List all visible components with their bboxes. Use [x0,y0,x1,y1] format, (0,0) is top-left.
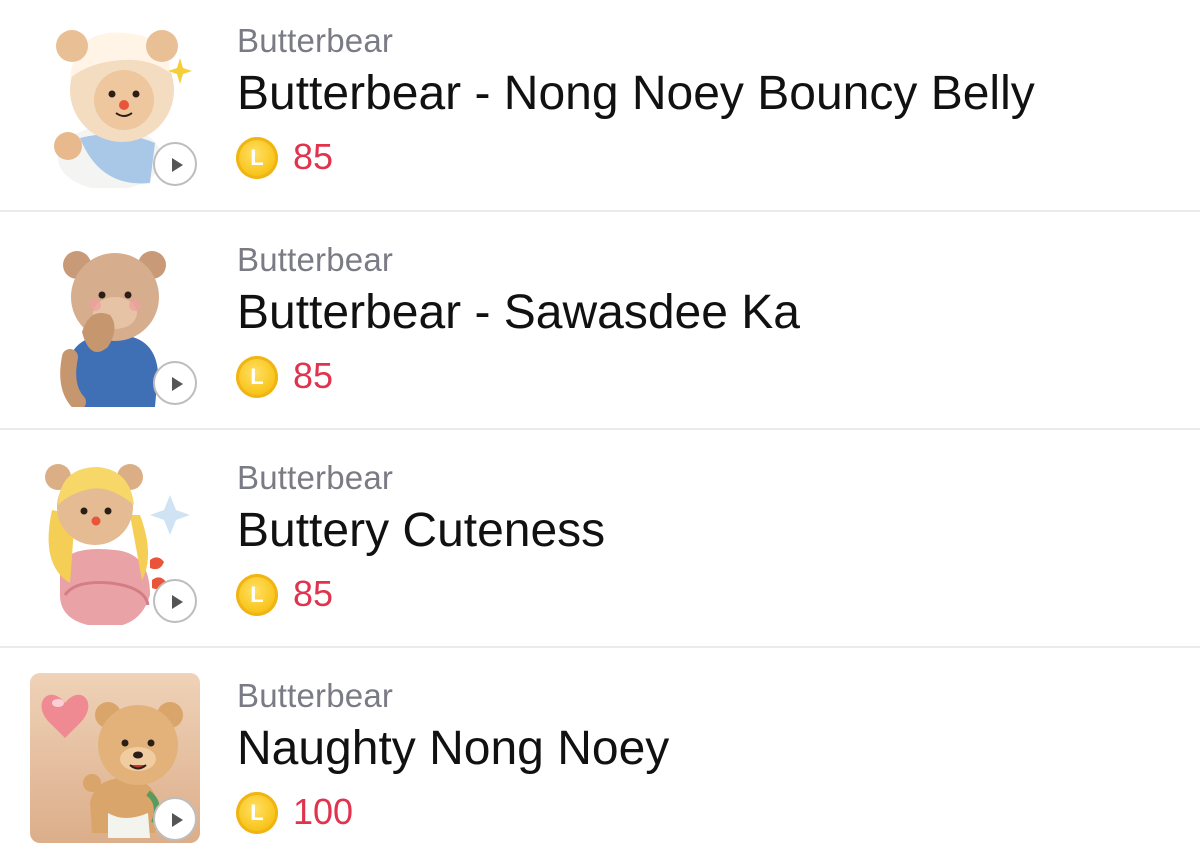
coin-icon: L [236,574,278,616]
coin-icon: L [236,792,278,834]
sticker-price: 85 [293,355,334,396]
sticker-author: Butterbear [237,22,394,59]
coin-symbol: L [250,582,264,607]
play-icon[interactable] [153,797,197,841]
divider [0,646,1200,648]
divider [0,210,1200,212]
sticker-item[interactable]: Butterbear Butterbear - Nong Noey Bouncy… [0,0,1200,218]
sticker-item[interactable]: Butterbear Naughty Nong Noey L 100 [0,655,1200,855]
sticker-item[interactable]: Butterbear Buttery Cuteness L 85 [0,437,1200,655]
sticker-title: Butterbear - Sawasdee Ka [237,286,800,339]
sticker-price: 100 [293,791,354,832]
sticker-price: 85 [293,136,334,177]
play-icon[interactable] [153,142,197,186]
coin-icon: L [236,356,278,398]
coin-symbol: L [250,800,264,825]
sticker-author: Butterbear [237,677,394,714]
sticker-list: Butterbear Butterbear - Nong Noey Bouncy… [0,0,1200,855]
coin-icon: L [236,137,278,179]
sticker-price: 85 [293,573,334,614]
divider [0,428,1200,430]
play-icon[interactable] [153,579,197,623]
sticker-item[interactable]: Butterbear Butterbear - Sawasdee Ka L 85 [0,219,1200,437]
sticker-title: Buttery Cuteness [237,504,606,557]
sticker-author: Butterbear [237,241,394,278]
coin-symbol: L [250,145,264,170]
play-icon[interactable] [153,361,197,405]
sticker-title: Naughty Nong Noey [237,722,670,775]
sticker-author: Butterbear [237,459,394,496]
coin-symbol: L [250,364,264,389]
sticker-title: Butterbear - Nong Noey Bouncy Belly [237,67,1035,120]
